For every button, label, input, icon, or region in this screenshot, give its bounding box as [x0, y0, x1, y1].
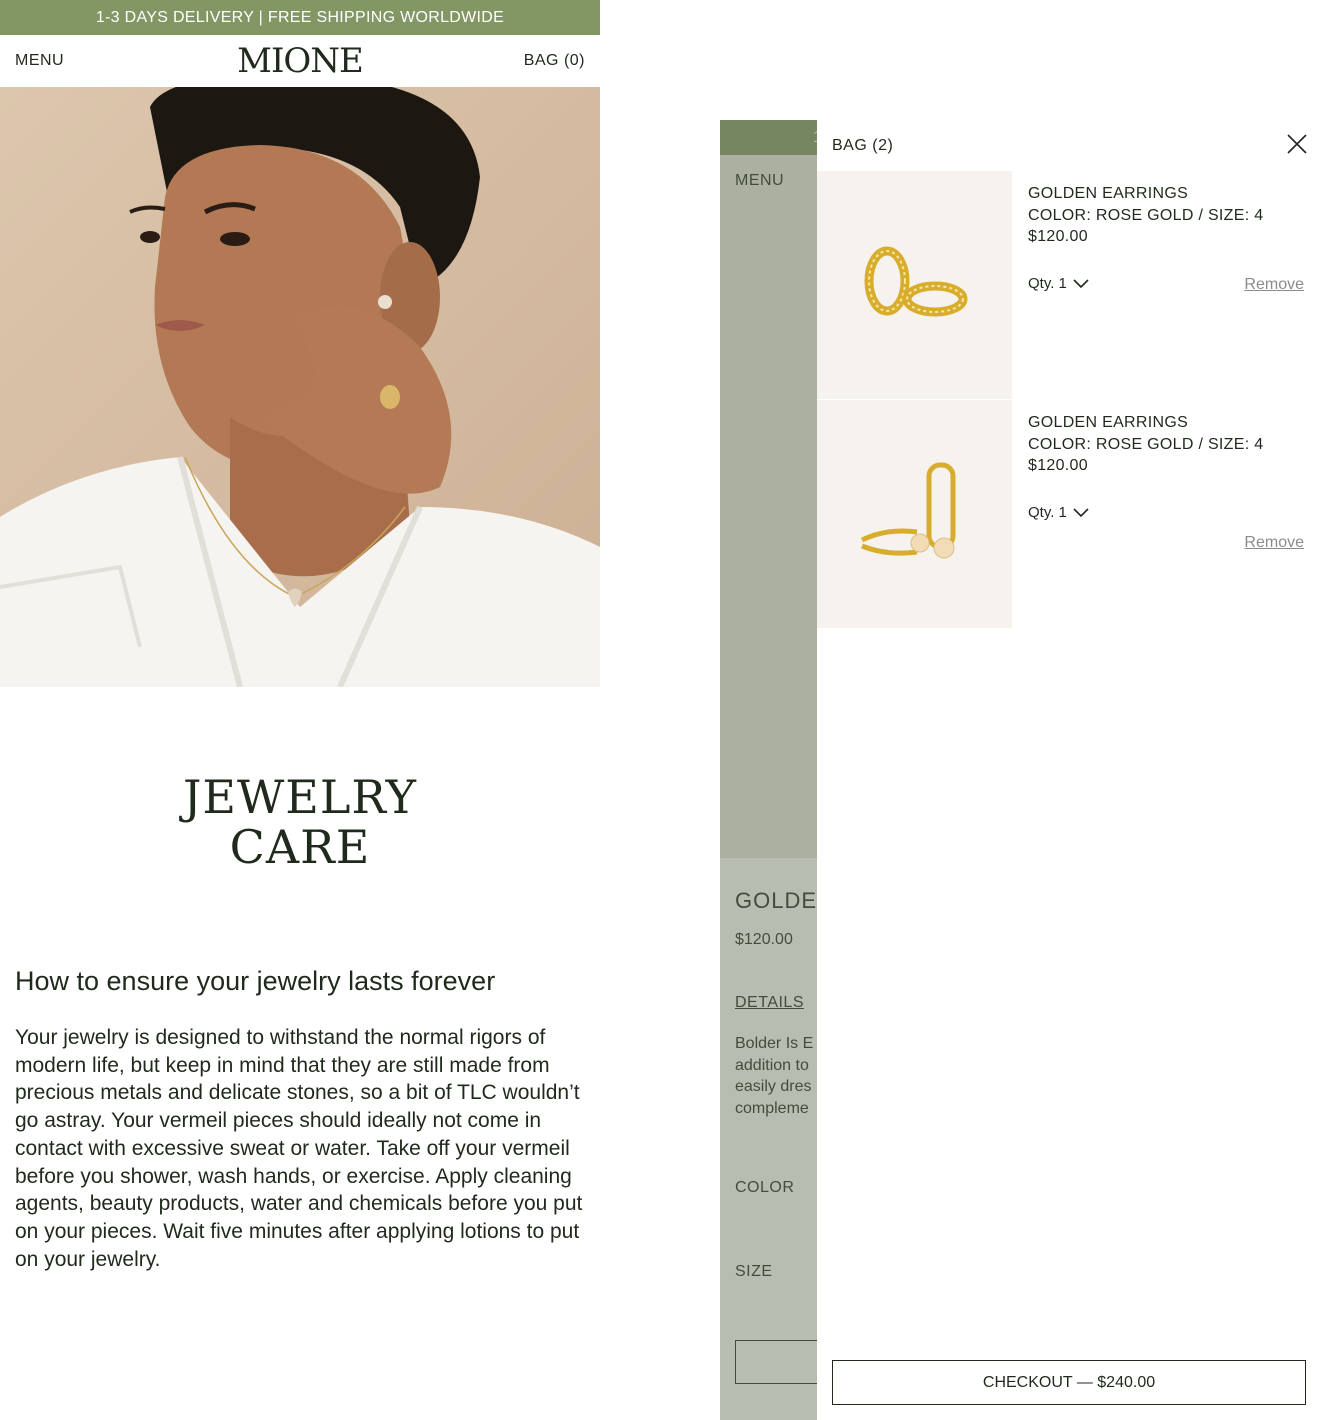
bag-item-price: $120.00: [1028, 228, 1088, 245]
model-portrait-illustration: [0, 87, 600, 687]
page-title-line-1: JEWELRY: [182, 770, 417, 824]
bag-item-image[interactable]: [817, 400, 1012, 628]
site-logo[interactable]: MIONE: [0, 41, 600, 81]
section-subheading: How to ensure your jewelry lasts forever: [15, 966, 496, 996]
pearl-hoop-earrings-illustration: [817, 400, 1012, 628]
bag-item-image[interactable]: [817, 171, 1012, 399]
bag-drawer-title: BAG (2): [832, 137, 894, 154]
quantity-label: Qty. 1: [1028, 275, 1067, 292]
quantity-selector[interactable]: Qty. 1: [1028, 504, 1089, 521]
bag-button[interactable]: BAG (0): [524, 52, 585, 70]
page-title: JEWELRY CARE: [0, 772, 600, 872]
checkout-button[interactable]: CHECKOUT — $240.00: [832, 1360, 1306, 1405]
bag-item-price: $120.00: [1028, 457, 1088, 474]
product-page-with-bag-drawer: 1 MENU GOLDE $120.00 DETAILS Bolder Is E…: [720, 120, 1321, 1420]
promo-bar: 1-3 DAYS DELIVERY | FREE SHIPPING WORLDW…: [0, 0, 600, 35]
bag-item-name[interactable]: GOLDEN EARRINGS: [1028, 412, 1263, 434]
remove-item-button[interactable]: Remove: [1244, 276, 1304, 294]
bag-item: GOLDEN EARRINGS COLOR: ROSE GOLD / SIZE:…: [817, 400, 1321, 628]
page-title-line-2: CARE: [229, 820, 371, 874]
hero-image: [0, 87, 600, 687]
bag-item-info: GOLDEN EARRINGS COLOR: ROSE GOLD / SIZE:…: [1028, 183, 1263, 248]
bag-item-info: GOLDEN EARRINGS COLOR: ROSE GOLD / SIZE:…: [1028, 412, 1263, 477]
chevron-down-icon: [1073, 507, 1089, 518]
bag-item-name[interactable]: GOLDEN EARRINGS: [1028, 183, 1263, 205]
chevron-down-icon: [1073, 278, 1089, 289]
remove-item-button[interactable]: Remove: [1244, 534, 1304, 552]
bag-item-variant: COLOR: ROSE GOLD / SIZE: 4: [1028, 435, 1264, 453]
jewelry-care-page: 1-3 DAYS DELIVERY | FREE SHIPPING WORLDW…: [0, 0, 600, 1420]
care-instructions-text: Your jewelry is designed to withstand th…: [15, 1026, 583, 1271]
bag-item: GOLDEN EARRINGS COLOR: ROSE GOLD / SIZE:…: [817, 171, 1321, 399]
bag-item-variant: COLOR: ROSE GOLD / SIZE: 4: [1028, 206, 1264, 224]
huggie-earrings-illustration: [817, 171, 1012, 399]
promo-text: 1-3 DAYS DELIVERY | FREE SHIPPING WORLDW…: [95, 8, 505, 26]
quantity-selector[interactable]: Qty. 1: [1028, 275, 1089, 292]
bag-drawer: BAG (2) GOLDEN EARRINGS COLOR: ROSE GOLD…: [817, 120, 1321, 1420]
close-icon[interactable]: [1285, 132, 1309, 156]
quantity-label: Qty. 1: [1028, 504, 1067, 521]
site-header: MENU MIONE BAG (0): [0, 35, 600, 87]
